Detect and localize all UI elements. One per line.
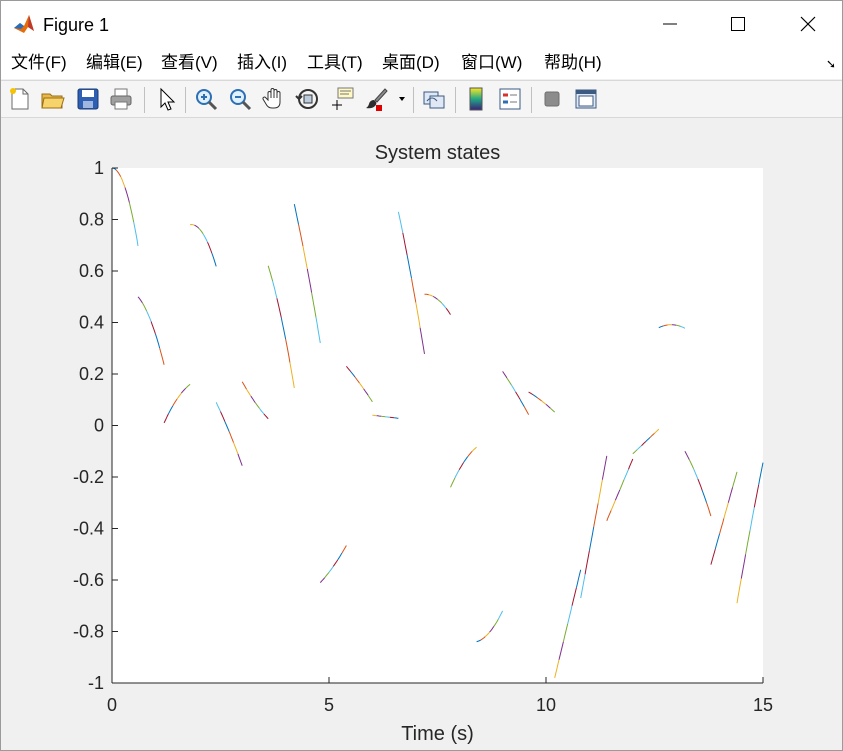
hide-plot-tools-icon[interactable] <box>539 86 565 112</box>
window-title: Figure 1 <box>43 15 110 35</box>
y-axis-ticks: -1 -0.8 -0.6 -0.4 -0.2 0 0.2 0.4 0.6 0.8 1 <box>73 158 118 693</box>
state-trajectory-segment[interactable] <box>376 415 382 417</box>
y-tick-label: 0.6 <box>79 261 104 281</box>
link-plot-icon[interactable] <box>421 86 447 112</box>
menu-help[interactable]: 帮助(H) <box>544 53 602 73</box>
open-file-icon[interactable] <box>40 86 66 112</box>
state-trajectory-segment[interactable] <box>394 417 399 419</box>
brush-icon[interactable] <box>363 86 389 112</box>
menu-insert[interactable]: 插入(I) <box>237 53 287 73</box>
x-tick-label: 10 <box>536 695 556 715</box>
edit-plot-icon[interactable] <box>153 86 179 112</box>
maximize-icon <box>731 17 745 31</box>
y-tick-label: -1 <box>88 673 104 693</box>
maximize-button[interactable] <box>709 1 767 47</box>
x-tick-label: 15 <box>753 695 773 715</box>
matlab-logo-icon <box>14 15 34 33</box>
x-axis-label: Time (s) <box>401 723 474 745</box>
menu-view[interactable]: 查看(V) <box>161 53 218 73</box>
menu-window[interactable]: 窗口(W) <box>461 53 522 73</box>
pan-icon[interactable] <box>261 86 287 112</box>
toolbar-separator <box>413 87 414 113</box>
data-cursor-icon[interactable] <box>329 86 355 112</box>
y-tick-label: -0.6 <box>73 570 104 590</box>
toolbar-separator <box>455 87 456 113</box>
toolbar-separator <box>144 87 145 113</box>
y-tick-label: 0.2 <box>79 364 104 384</box>
y-tick-label: -0.2 <box>73 467 104 487</box>
state-trajectory-segment[interactable] <box>389 416 395 419</box>
rotate-3d-icon[interactable] <box>295 86 321 112</box>
figure-canvas: 0 5 10 15 -1 -0.8 -0.6 -0.4 -0.2 0 0.2 0.4 0.6 0.8 1 … <box>1 119 842 750</box>
new-figure-icon[interactable] <box>7 86 33 112</box>
state-trajectory-segment[interactable] <box>385 416 390 418</box>
chart-title: System states <box>375 142 501 164</box>
figure-toolbar <box>1 80 842 118</box>
state-trajectory-segment[interactable] <box>381 415 386 418</box>
brush-dropdown-icon[interactable] <box>397 95 407 103</box>
show-plot-tools-icon[interactable] <box>573 86 599 112</box>
state-trajectory-segment[interactable] <box>671 324 677 326</box>
print-icon[interactable] <box>108 86 134 112</box>
close-button[interactable] <box>779 1 837 47</box>
menu-file[interactable]: 文件(F) <box>11 53 67 73</box>
close-icon <box>800 16 816 32</box>
save-icon[interactable] <box>75 86 101 112</box>
zoom-out-icon[interactable] <box>227 86 253 112</box>
y-tick-label: 1 <box>94 158 104 178</box>
x-tick-label: 0 <box>107 695 117 715</box>
menu-bar: 文件(F) 编辑(E) 查看(V) 插入(I) 工具(T) 桌面(D) 窗口(W… <box>1 47 842 79</box>
menu-edit[interactable]: 编辑(E) <box>86 53 143 73</box>
x-tick-label: 5 <box>324 695 334 715</box>
colorbar-icon[interactable] <box>463 86 489 112</box>
plot-svg: 0 5 10 15 -1-0.8-0.6-0.4-0.200.20.40.60.81 … <box>73 142 773 745</box>
y-tick-label: -0.8 <box>73 622 104 642</box>
minimize-icon <box>663 23 677 25</box>
toolbar-separator <box>185 87 186 113</box>
y-tick-label: -0.4 <box>73 519 104 539</box>
state-trajectory-segment[interactable] <box>424 293 429 296</box>
axes-background[interactable] <box>112 168 763 683</box>
menu-tools[interactable]: 工具(T) <box>307 53 363 73</box>
minimize-button[interactable] <box>641 1 699 47</box>
legend-icon[interactable] <box>497 86 523 112</box>
title-bar[interactable]: Figure 1 <box>1 1 842 47</box>
dock-arrow-icon[interactable]: ➘ <box>826 57 836 71</box>
y-tick-label: 0.8 <box>79 210 104 230</box>
figure-window: Figure 1 文件(F) 编辑(E) 查看(V) 插入(I) 工具(T) 桌… <box>0 0 843 751</box>
y-tick-label: 0.4 <box>79 313 104 333</box>
state-trajectory-segment[interactable] <box>372 414 377 417</box>
toolbar-separator <box>531 87 532 113</box>
menu-desktop[interactable]: 桌面(D) <box>382 53 440 73</box>
zoom-in-icon[interactable] <box>193 86 219 112</box>
y-tick-label: 0 <box>94 416 104 436</box>
